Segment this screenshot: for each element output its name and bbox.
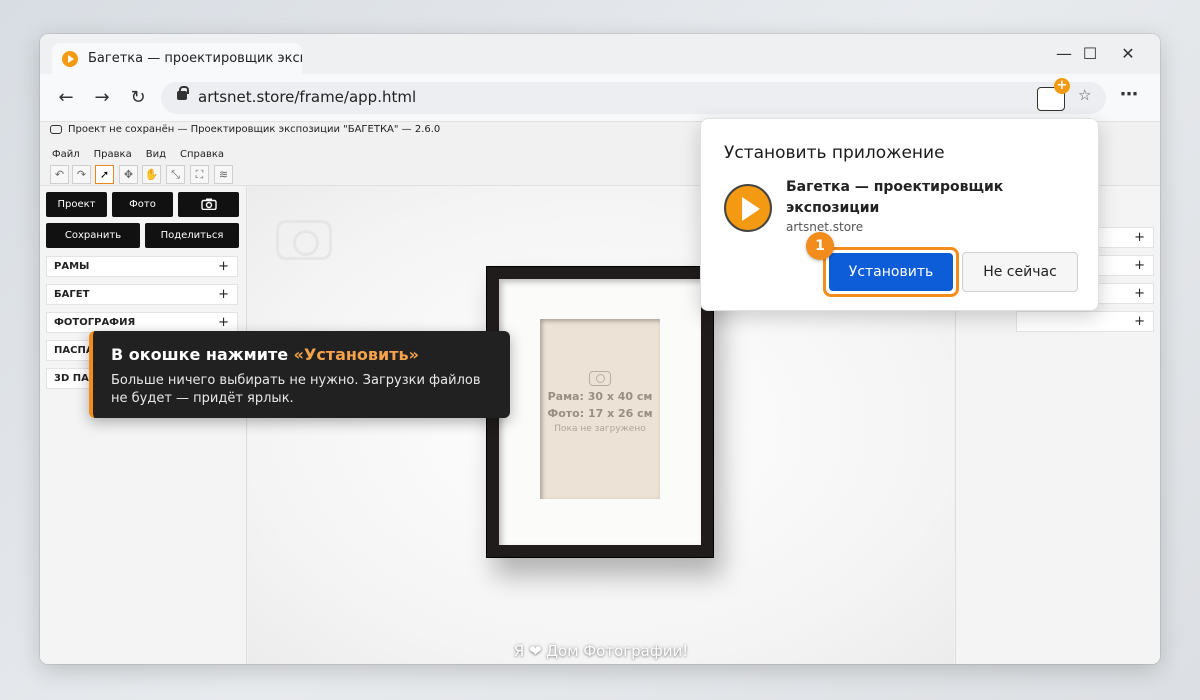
frame-size-label: Рама: 30 x 40 см [547,390,653,403]
tooltip-title-highlight: «Установить» [293,345,419,364]
camera-icon [589,371,611,386]
left-panel: Проект Фото Сохранить Поделиться РАМЫ + Б… [40,186,247,664]
undo-icon[interactable]: ↶ [50,165,69,184]
app-title-text: Проект не сохранён — Проектировщик экспо… [68,124,441,135]
resize-tool-icon[interactable]: ⤡ [166,165,185,184]
right-section[interactable]: + [1016,311,1154,332]
tooltip-title-prefix: В окошке нажмите [111,345,294,364]
section-passepartout-label: ПАСПА [54,345,94,356]
back-button[interactable]: ← [52,84,80,112]
browser-tab[interactable]: Багетка — проектировщик экспозиции [52,43,302,74]
section-frames-label: РАМЫ [54,261,90,272]
redo-icon[interactable]: ↷ [72,165,91,184]
app-favicon-icon [62,50,78,67]
bookmark-star-icon[interactable]: ☆ [1078,86,1091,104]
install-button[interactable]: Установить [829,253,953,291]
select-tool-icon[interactable]: ➚ [95,165,114,184]
app-logo-icon [724,184,772,232]
browser-menu-icon[interactable]: ⋯ [1120,84,1138,105]
menu-file[interactable]: Файл [52,149,80,160]
step-badge: 1 [806,232,834,260]
tab-strip: Багетка — проектировщик экспозиции — ☐ ✕ [40,34,1160,74]
tab-title: Багетка — проектировщик экспозиции [88,51,302,66]
plus-icon: + [1134,314,1145,329]
project-button[interactable]: Проект [46,192,107,217]
maximize-button[interactable]: ☐ [1072,42,1108,66]
section-photo-label: ФОТОГРАФИЯ [54,317,136,328]
plus-icon: + [218,259,229,274]
watermark-text: Я ❤ Дом Фотографии! [513,642,689,660]
menu-view[interactable]: Вид [146,149,166,160]
close-button[interactable]: ✕ [1110,42,1146,66]
section-baguette[interactable]: БАГЕТ + [46,284,238,305]
move-tool-icon[interactable]: ✥ [119,165,138,184]
instruction-tooltip: В окошке нажмите «Установить» Больше нич… [89,331,510,418]
fullscreen-tool-icon[interactable]: ⛶ [190,165,209,184]
app-titlebar: Проект не сохранён — Проектировщик экспо… [50,124,440,135]
menu-help[interactable]: Справка [180,149,224,160]
plus-icon: + [218,315,229,330]
popup-title: Установить приложение [724,143,945,163]
camera-icon [50,125,62,134]
install-badge: + [1054,78,1070,94]
menubar: Файл Правка Вид Справка [52,149,224,160]
layers-tool-icon[interactable]: ≋ [214,165,233,184]
browser-toolbar: ← → ↻ artsnet.store/frame/app.html + ☆ ⋯ [40,74,1160,122]
camera-icon [200,198,217,211]
url-text: artsnet.store/frame/app.html [198,88,417,106]
pan-tool-icon[interactable]: ✋ [142,165,161,184]
menu-edit[interactable]: Правка [94,149,132,160]
reload-button[interactable]: ↻ [124,84,152,112]
save-button[interactable]: Сохранить [46,223,140,248]
not-now-button[interactable]: Не сейчас [962,252,1078,292]
plus-icon: + [1134,230,1145,245]
forward-button[interactable]: → [88,84,116,112]
photo-placeholder[interactable]: Рама: 30 x 40 см Фото: 17 x 26 см Пока н… [540,319,660,499]
lock-icon [177,86,189,100]
plus-icon: + [1134,258,1145,273]
tooltip-title: В окошке нажмите «Установить» [111,345,419,364]
photo-button[interactable]: Фото [112,192,173,217]
share-button[interactable]: Поделиться [145,223,239,248]
section-photo[interactable]: ФОТОГРАФИЯ + [46,312,238,333]
install-app-popup: Установить приложение Багетка — проектир… [700,118,1099,311]
tooltip-body: Больше ничего выбирать не нужно. Загрузк… [111,373,481,406]
camera-watermark-icon [276,220,332,260]
section-baguette-label: БАГЕТ [54,289,90,300]
popup-app-name: Багетка — проектировщик экспозиции [786,179,1004,216]
photo-status-label: Пока не загружено [554,424,646,434]
address-bar[interactable]: artsnet.store/frame/app.html [161,82,1106,114]
install-highlight: Установить [823,247,959,297]
camera-button[interactable] [178,192,239,217]
photo-size-label: Фото: 17 x 26 см [547,407,653,420]
section-frames[interactable]: РАМЫ + [46,256,238,277]
plus-icon: + [1134,286,1145,301]
passepartout-mat: Рама: 30 x 40 см Фото: 17 x 26 см Пока н… [499,279,701,545]
plus-icon: + [218,287,229,302]
picture-frame[interactable]: Рама: 30 x 40 см Фото: 17 x 26 см Пока н… [486,266,714,558]
